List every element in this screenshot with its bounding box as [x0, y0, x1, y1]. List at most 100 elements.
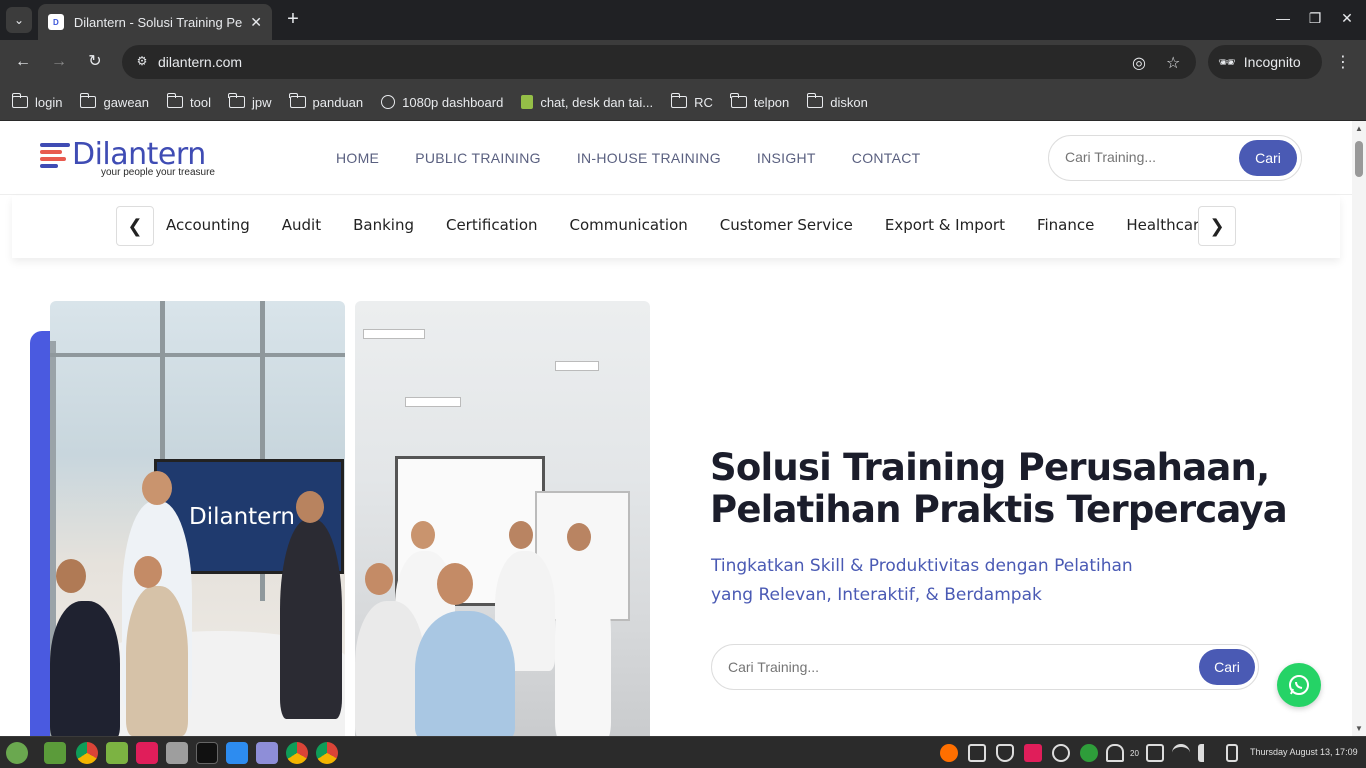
bluetooth-icon[interactable] [1052, 744, 1070, 762]
bookmark-label: jpw [251, 94, 272, 110]
incognito-icon: 🕶 [1218, 53, 1236, 70]
nav-insight[interactable]: INSIGHT [757, 150, 816, 166]
tray-app-icon[interactable] [940, 744, 958, 762]
new-tab-plus-icon[interactable]: + [282, 8, 304, 30]
header-search: Cari [1048, 135, 1302, 181]
category-item[interactable]: Healthcare [1126, 216, 1208, 234]
hero-subtitle: Tingkatkan Skill & Produktivitas dengan … [711, 552, 1171, 610]
page-scrollbar[interactable]: ▲ ▼ [1352, 121, 1366, 736]
bookmark-item[interactable]: gawean [79, 93, 149, 110]
hero-search-button[interactable]: Cari [1199, 649, 1255, 685]
category-carousel: ❮ Accounting Audit Banking Certification Com… [12, 196, 1340, 258]
bookmark-item[interactable]: tool [166, 93, 211, 110]
category-item[interactable]: Certification [446, 216, 538, 234]
category-item[interactable]: Banking [353, 216, 414, 234]
close-window-icon[interactable]: ✕ [1337, 10, 1357, 27]
category-item[interactable]: Accounting [166, 216, 250, 234]
incognito-badge[interactable]: 🕶 Incognito [1208, 45, 1322, 79]
scrollbar-thumb[interactable] [1355, 141, 1363, 177]
bookmark-item[interactable]: chat, desk dan tai... [521, 95, 653, 110]
nav-home[interactable]: HOME [336, 150, 379, 166]
hero-search: Cari [711, 644, 1259, 690]
category-item[interactable]: Finance [1037, 216, 1094, 234]
hero-subtitle-line1: Tingkatkan Skill & Produktivitas dengan … [711, 556, 1133, 576]
eye-off-icon[interactable]: ◎ [1132, 53, 1146, 73]
category-item[interactable]: Export & Import [885, 216, 1005, 234]
bookmark-item[interactable]: jpw [228, 93, 272, 110]
hero-photo-meeting: Dilantern [50, 301, 345, 736]
folder-icon [730, 93, 747, 108]
files-icon[interactable] [106, 742, 128, 764]
text-editor-icon[interactable] [256, 742, 278, 764]
app-icon[interactable] [226, 742, 248, 764]
category-prev-button[interactable]: ❮ [116, 206, 154, 246]
folder-icon [166, 93, 184, 108]
nav-in-house-training[interactable]: IN-HOUSE TRAINING [577, 150, 721, 166]
site-info-icon[interactable]: ⚙ [134, 54, 150, 70]
bookmark-item[interactable]: panduan [289, 93, 363, 110]
category-next-button[interactable]: ❯ [1198, 206, 1236, 246]
battery-icon[interactable] [1226, 744, 1238, 762]
mint-menu-icon[interactable] [6, 742, 28, 764]
slack-icon[interactable] [136, 742, 158, 764]
header-search-button[interactable]: Cari [1239, 140, 1297, 176]
bookmark-item[interactable]: login [11, 93, 63, 110]
reload-icon[interactable]: ↻ [83, 50, 107, 74]
bookmark-label: login [35, 94, 63, 110]
clipboard-icon[interactable] [968, 744, 986, 762]
address-bar[interactable]: ⚙ dilantern.com ◎ ☆ [122, 45, 1196, 79]
dilantern-logo[interactable]: Dilantern your people your treasure [38, 137, 238, 179]
slack-tray-icon[interactable] [1024, 744, 1042, 762]
system-clock[interactable]: Thursday August 13, 17:09 [1250, 747, 1358, 757]
scroll-down-icon[interactable]: ▼ [1355, 724, 1363, 733]
printer-icon[interactable] [1146, 744, 1164, 762]
category-item[interactable]: Communication [570, 216, 688, 234]
folder-icon [11, 93, 28, 108]
category-item[interactable]: Audit [282, 216, 321, 234]
chrome-icon[interactable] [76, 742, 98, 764]
logo-mark-icon [40, 143, 70, 171]
browser-menu-icon[interactable]: ⋮ [1334, 52, 1352, 72]
url-text[interactable]: dilantern.com [158, 54, 242, 70]
hero-subtitle-line2: yang Relevan, Interaktif, & Berdampak [711, 585, 1042, 605]
bookmark-item[interactable]: telpon [730, 93, 789, 110]
header-search-input[interactable] [1065, 149, 1235, 165]
satellite-icon[interactable] [166, 742, 188, 764]
terminal-icon[interactable] [196, 742, 218, 764]
folder-icon [806, 93, 824, 108]
hero-title: Solusi Training Perusahaan, Pelatihan Pr… [710, 447, 1288, 531]
whatsapp-icon [1289, 675, 1309, 695]
volume-icon[interactable] [1198, 744, 1216, 762]
active-tab[interactable]: D Dilantern - Solusi Training Pe ✕ [38, 4, 272, 40]
tab-title: Dilantern - Solusi Training Pe [73, 14, 243, 30]
bookmark-item[interactable]: 1080p dashboard [381, 95, 503, 110]
category-item[interactable]: Customer Service [720, 216, 853, 234]
chrome-window-2-icon[interactable] [316, 742, 338, 764]
tab-search-button[interactable]: ⌄ [6, 7, 32, 33]
bookmark-label: diskon [830, 94, 868, 110]
page-viewport: Dilantern your people your treasure HOME… [0, 121, 1366, 736]
close-tab-icon[interactable]: ✕ [250, 14, 262, 31]
notification-bell-icon[interactable] [1106, 744, 1124, 762]
bookmark-star-icon[interactable]: ☆ [1166, 53, 1180, 73]
hero-search-input[interactable] [728, 659, 1168, 675]
whatsapp-chat-button[interactable] [1277, 663, 1321, 707]
maximize-icon[interactable]: ❐ [1305, 10, 1325, 27]
sync-icon[interactable] [1080, 744, 1098, 762]
folder-icon [670, 93, 688, 108]
folder-icon [228, 93, 245, 108]
wifi-icon[interactable] [1172, 744, 1190, 762]
back-arrow-icon[interactable]: ← [11, 50, 35, 74]
bookmark-item[interactable]: RC [670, 93, 713, 110]
bookmark-label: tool [190, 94, 211, 110]
show-desktop-icon[interactable] [44, 742, 66, 764]
bookmark-item[interactable]: diskon [806, 93, 868, 110]
nav-contact[interactable]: CONTACT [852, 150, 921, 166]
chrome-window-icon[interactable] [286, 742, 308, 764]
folder-icon [289, 93, 306, 108]
shield-icon[interactable] [996, 744, 1014, 762]
nav-public-training[interactable]: PUBLIC TRAINING [415, 150, 541, 166]
forward-arrow-icon[interactable]: → [47, 50, 71, 74]
minimize-icon[interactable]: — [1273, 10, 1293, 26]
scroll-up-icon[interactable]: ▲ [1355, 124, 1363, 133]
